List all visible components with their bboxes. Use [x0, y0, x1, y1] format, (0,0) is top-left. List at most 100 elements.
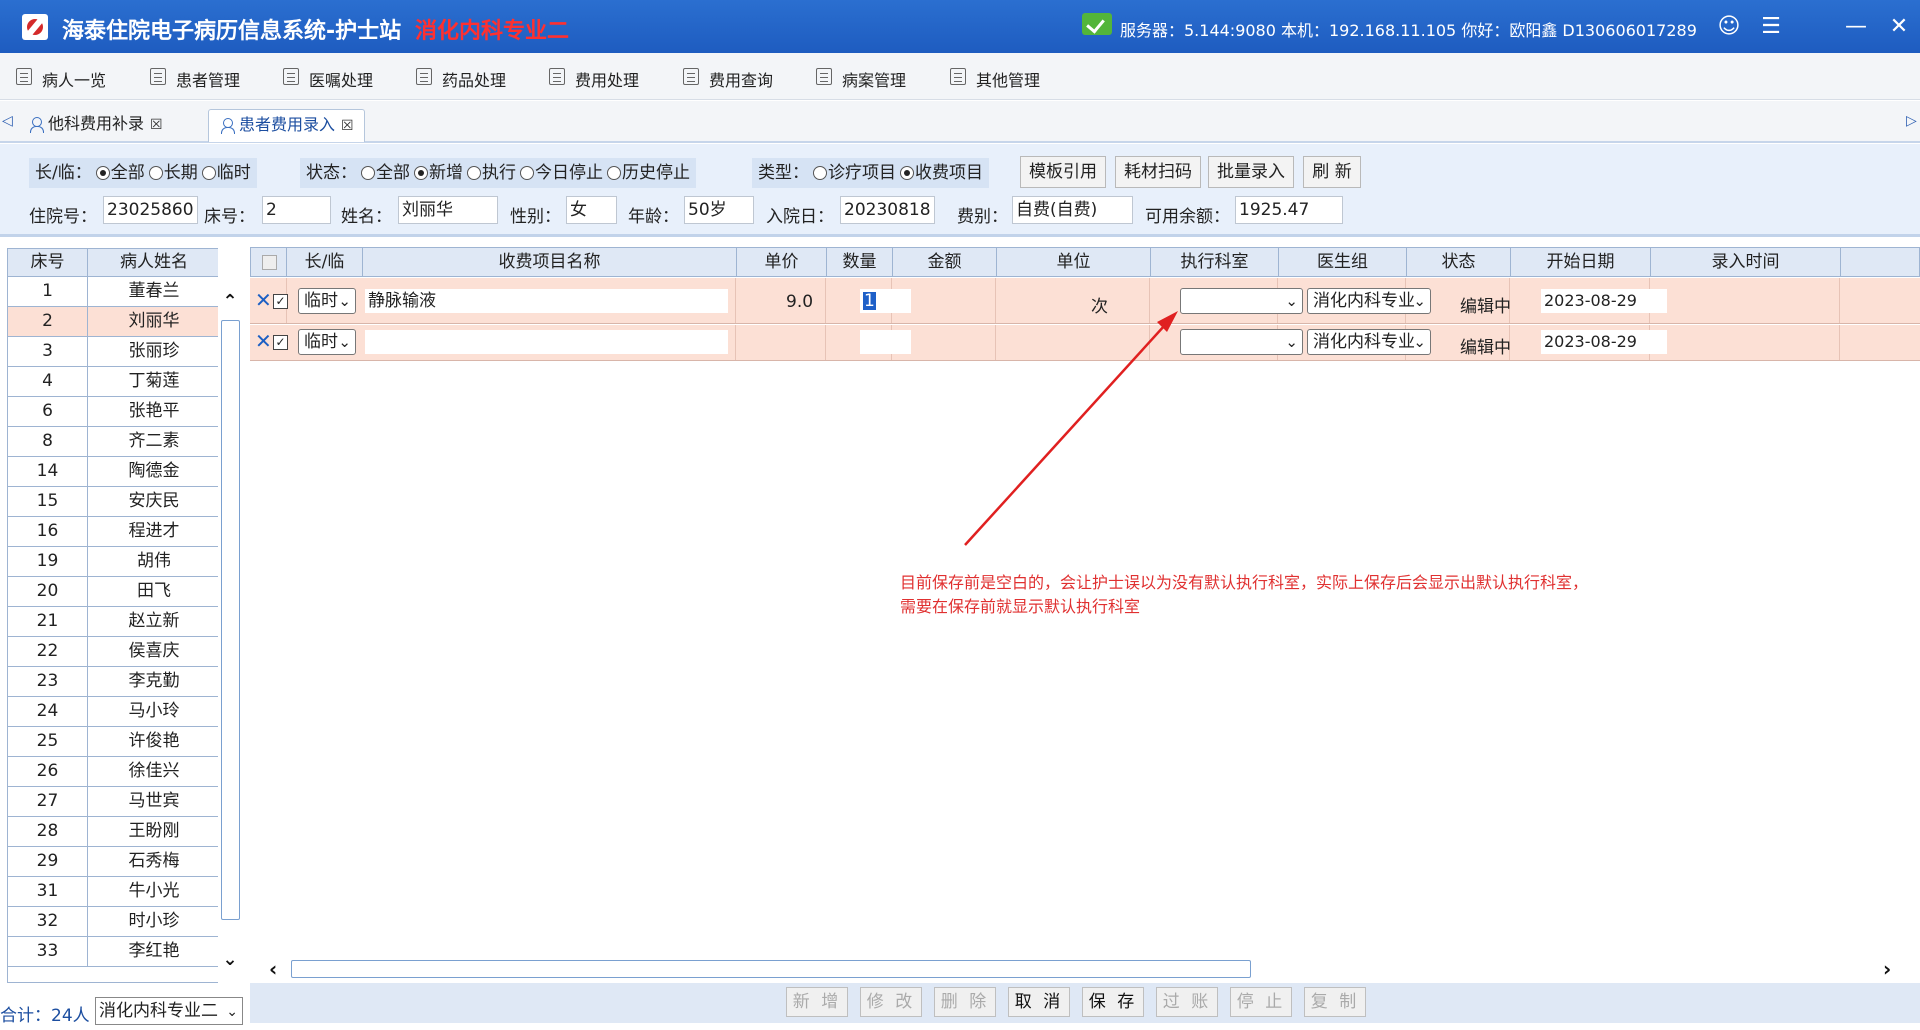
tab-close-icon[interactable]: ☒	[341, 118, 354, 134]
item-name-input[interactable]: 静脉输液	[365, 289, 728, 313]
patient-row[interactable]: 31 牛小光	[8, 877, 220, 907]
item-name-input[interactable]	[365, 330, 728, 354]
delete-row-icon[interactable]: ✕	[255, 329, 272, 353]
add-button[interactable]: 新 增	[786, 987, 848, 1017]
user-icon[interactable]: ☺	[1716, 14, 1742, 40]
bed-field[interactable]: 2	[262, 196, 331, 224]
col-long-temp: 长/临	[287, 248, 363, 276]
patient-row[interactable]: 27 马世宾	[8, 787, 220, 817]
select-value: 临时	[304, 332, 338, 352]
menu-patient-management[interactable]: 患者管理	[150, 67, 240, 91]
delete-row-icon[interactable]: ✕	[255, 288, 272, 312]
refresh-button[interactable]: 刷 新	[1303, 156, 1361, 188]
patient-row[interactable]: 16 程进才	[8, 517, 220, 547]
patient-row[interactable]: 19 胡伟	[8, 547, 220, 577]
patient-row[interactable]: 32 时小珍	[8, 907, 220, 937]
radio-type-diagnosis[interactable]	[813, 166, 827, 180]
copy-button[interactable]: 复 制	[1304, 987, 1366, 1017]
patient-name: 董春兰	[128, 281, 180, 301]
menu-records[interactable]: 病案管理	[816, 67, 906, 91]
fee-type-field[interactable]: 自费(自费)	[1012, 196, 1133, 224]
patient-row[interactable]: 25 许俊艳	[8, 727, 220, 757]
menu-orders[interactable]: 医嘱处理	[283, 67, 373, 91]
patient-row[interactable]: 22 侯喜庆	[8, 637, 220, 667]
dept-select[interactable]: 消化内科专业二 ⌄	[95, 997, 243, 1025]
patient-row[interactable]: 23 李克勤	[8, 667, 220, 697]
table-row[interactable]: ✕ ✓ 临时 ⌄ ⌄ 消化内科专业 ⌄ 编辑中 2023-08-29	[250, 325, 1920, 361]
delete-button[interactable]: 删 除	[934, 987, 996, 1017]
name-field[interactable]: 刘丽华	[398, 196, 498, 224]
post-button[interactable]: 过 账	[1156, 987, 1218, 1017]
start-date-input[interactable]: 2023-08-29	[1541, 330, 1667, 354]
long-temp-select[interactable]: 临时 ⌄	[298, 329, 356, 355]
cancel-button[interactable]: 取 消	[1008, 987, 1070, 1017]
radio-status-new[interactable]	[414, 166, 428, 180]
radio-all[interactable]	[95, 166, 110, 180]
status-label: 状态：	[306, 163, 357, 183]
patient-row[interactable]: 20 田飞	[8, 577, 220, 607]
patient-row[interactable]: 21 赵立新	[8, 607, 220, 637]
radio-temp[interactable]	[201, 166, 216, 180]
scan-button[interactable]: 耗材扫码	[1115, 156, 1201, 188]
patient-row[interactable]: 4 丁菊莲	[8, 367, 220, 397]
save-button[interactable]: 保 存	[1082, 987, 1144, 1017]
scroll-thumb[interactable]	[221, 320, 240, 920]
radio-type-charge[interactable]	[900, 166, 914, 180]
menu-fees[interactable]: 费用处理	[549, 67, 639, 91]
close-icon[interactable]: ✕	[1886, 14, 1912, 40]
tab-other-dept-fee[interactable]: 他科费用补录 ☒	[18, 109, 173, 142]
radio-status-all[interactable]	[361, 166, 375, 180]
radio-status-history-stop[interactable]	[607, 166, 621, 180]
patient-row[interactable]: 26 徐佳兴	[8, 757, 220, 787]
patient-row[interactable]: 6 张艳平	[8, 397, 220, 427]
scroll-right-icon[interactable]: ›	[1883, 957, 1891, 981]
patient-row[interactable]: 3 张丽珍	[8, 337, 220, 367]
patient-name: 马世宾	[128, 791, 180, 811]
balance-field[interactable]: 1925.47	[1235, 196, 1343, 224]
patient-row[interactable]: 8 齐二素	[8, 427, 220, 457]
patient-row[interactable]: 2 刘丽华	[8, 307, 220, 337]
long-temp-select[interactable]: 临时 ⌄	[298, 288, 356, 314]
template-button[interactable]: 模板引用	[1020, 156, 1106, 188]
patient-row[interactable]: 33 李红艳	[8, 937, 220, 967]
radio-long[interactable]	[148, 166, 163, 180]
table-row[interactable]: ✕ ✓ 临时 ⌄ 静脉输液 9.0 1 次 ⌄ 消化内科专业 ⌄ 编辑中 2023-…	[250, 278, 1920, 324]
patient-row[interactable]: 15 安庆民	[8, 487, 220, 517]
scroll-up-icon[interactable]: ⌃	[220, 290, 240, 314]
admit-date-field[interactable]: 20230818	[840, 196, 935, 224]
patient-row[interactable]: 24 马小玲	[8, 697, 220, 727]
scroll-thumb[interactable]	[291, 960, 1251, 978]
tab-patient-fee-entry[interactable]: 患者费用录入 ☒	[208, 109, 365, 142]
stop-button[interactable]: 停 止	[1230, 987, 1292, 1017]
tab-scroll-right-icon[interactable]: ▷	[1906, 113, 1917, 129]
start-date-input[interactable]: 2023-08-29	[1541, 289, 1667, 313]
patient-row[interactable]: 14 陶德金	[8, 457, 220, 487]
row-checkbox[interactable]: ✓	[273, 335, 288, 350]
layers-icon[interactable]: ☰	[1758, 14, 1784, 40]
scroll-down-icon[interactable]: ⌄	[220, 948, 240, 972]
menu-drugs[interactable]: 药品处理	[416, 67, 506, 91]
radio-status-today-stop[interactable]	[520, 166, 534, 180]
patient-row[interactable]: 1 董春兰	[8, 277, 220, 307]
radio-status-exec[interactable]	[467, 166, 481, 180]
select-all-checkbox[interactable]	[262, 255, 277, 270]
sex-field[interactable]: 女	[566, 196, 617, 224]
row-checkbox[interactable]: ✓	[273, 294, 288, 309]
age-field[interactable]: 50岁	[684, 196, 754, 224]
menu-fee-query[interactable]: 费用查询	[683, 67, 773, 91]
tab-close-icon[interactable]: ☒	[150, 117, 163, 133]
batch-entry-button[interactable]: 批量录入	[1208, 156, 1294, 188]
tab-scroll-left-icon[interactable]: ◁	[2, 113, 13, 129]
select-all-header[interactable]	[251, 248, 287, 276]
admission-no-field[interactable]: 23025860	[103, 196, 198, 224]
menu-other[interactable]: 其他管理	[950, 67, 1040, 91]
scroll-left-icon[interactable]: ‹	[269, 957, 277, 981]
patient-row[interactable]: 28 王盼刚	[8, 817, 220, 847]
grid-horizontal-scrollbar[interactable]: ‹ ›	[265, 957, 1910, 983]
minimize-icon[interactable]: —	[1843, 14, 1869, 40]
edit-button[interactable]: 修 改	[860, 987, 922, 1017]
patient-row[interactable]: 29 石秀梅	[8, 847, 220, 877]
tab-label: 患者费用录入	[239, 115, 336, 134]
patient-list-scrollbar[interactable]: ⌃ ⌄	[218, 248, 242, 983]
menu-patient-overview[interactable]: 病人一览	[16, 67, 106, 91]
